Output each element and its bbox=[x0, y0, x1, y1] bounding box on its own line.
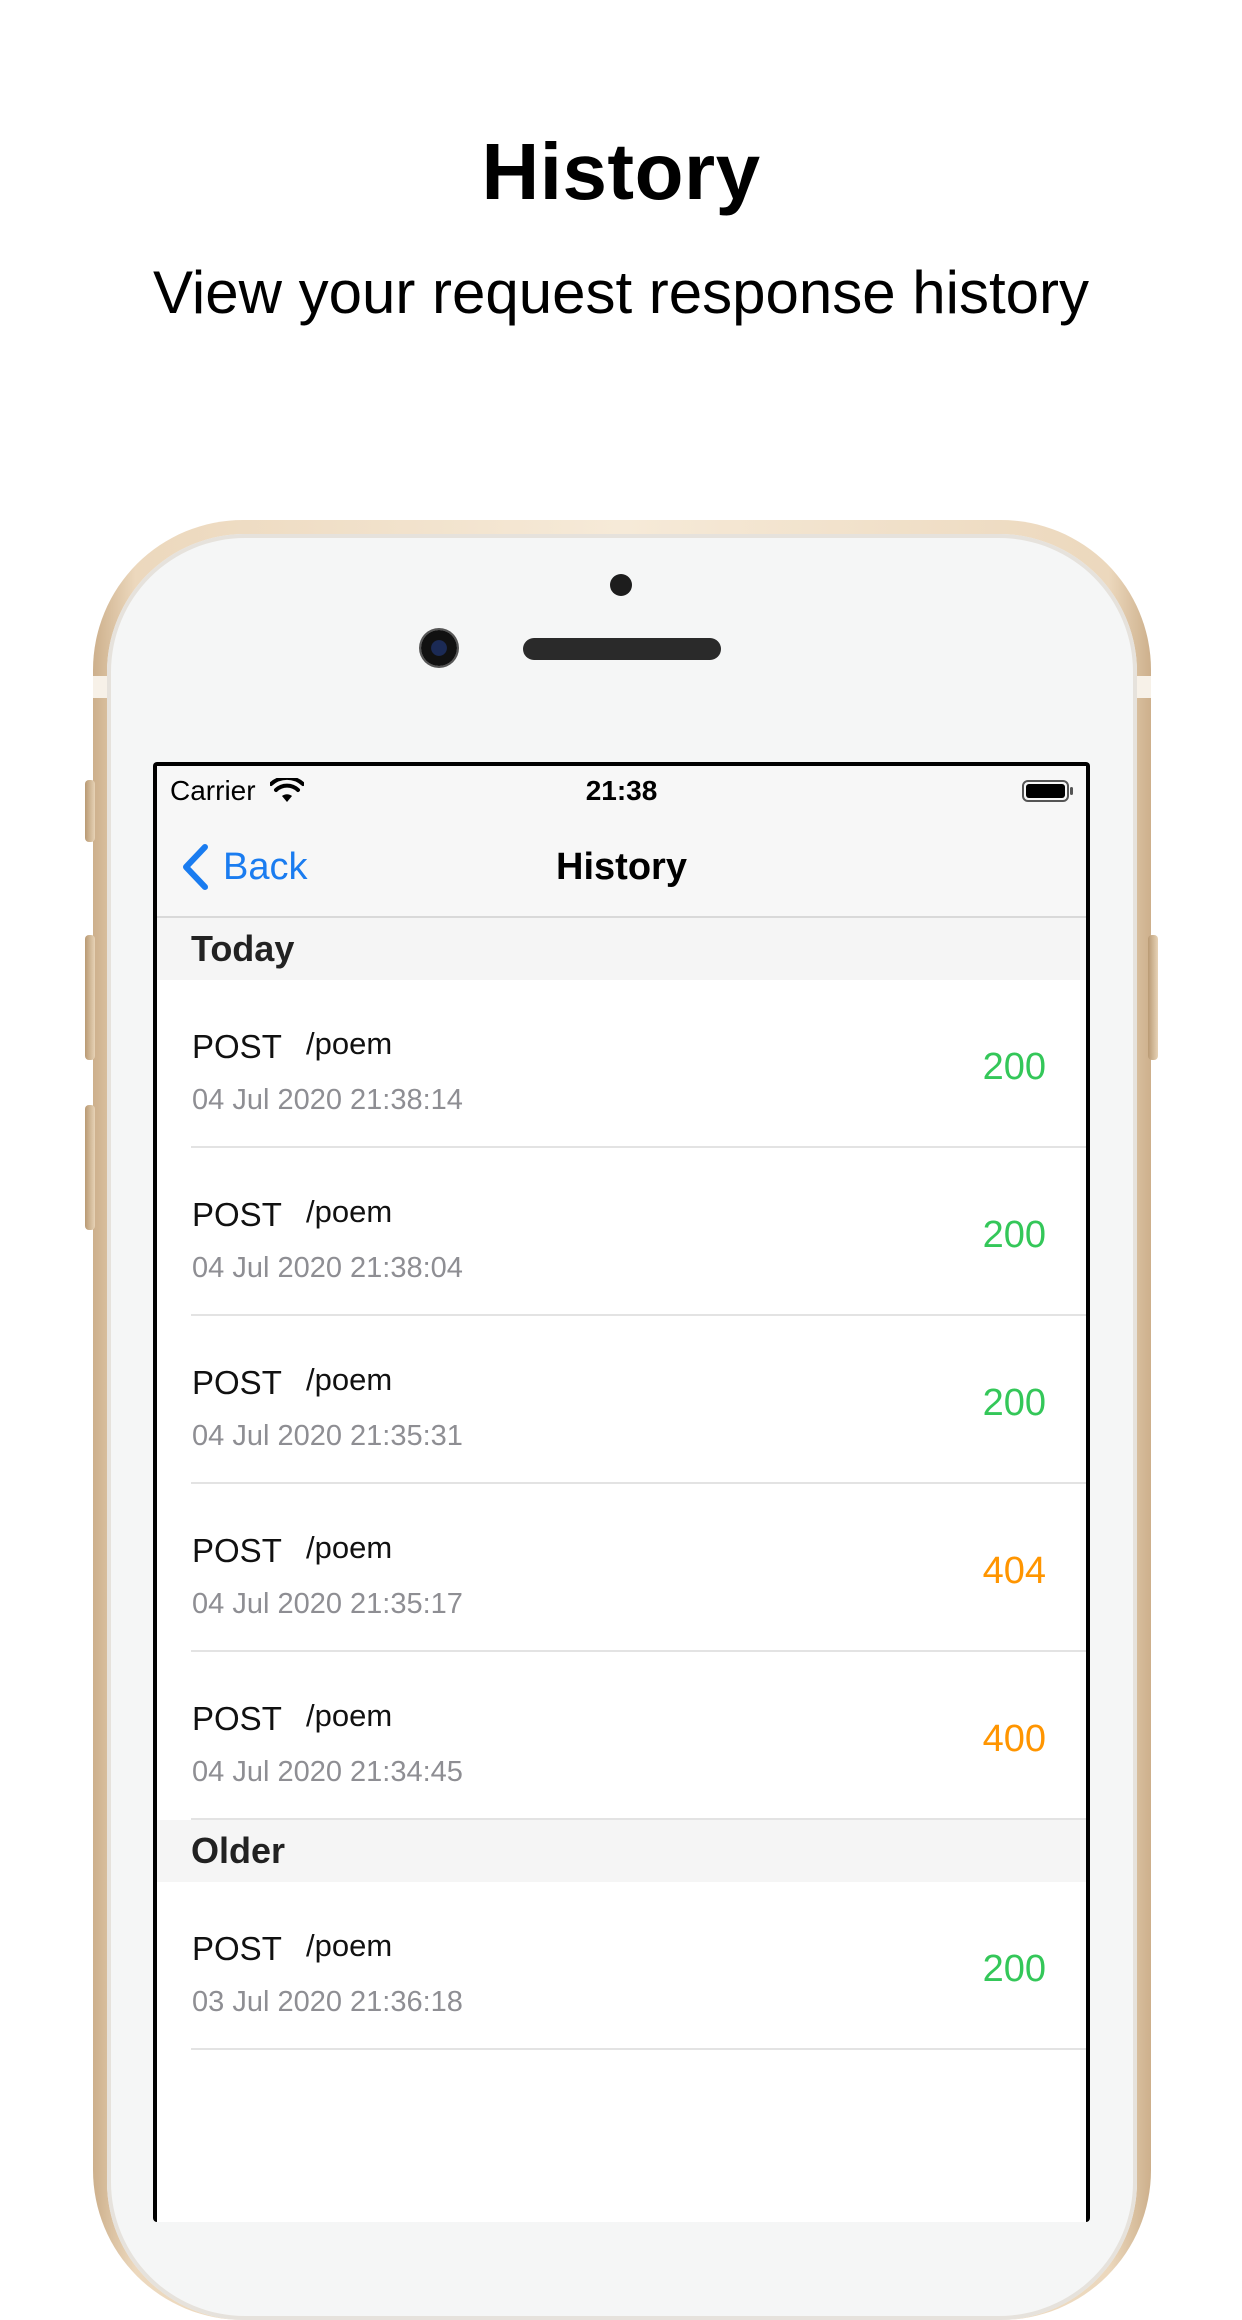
request-path: /poem bbox=[306, 1194, 393, 1229]
request-timestamp: 03 Jul 2020 21:36:18 bbox=[192, 1986, 463, 2018]
request-timestamp: 04 Jul 2020 21:38:04 bbox=[192, 1252, 463, 1284]
navigation-bar: Back History bbox=[157, 816, 1086, 918]
status-code: 400 bbox=[982, 1718, 1046, 1760]
status-time: 21:38 bbox=[585, 775, 658, 806]
history-list: Today POST /poem 04 Jul 2020 21:38:14 20… bbox=[157, 918, 1086, 2050]
request-timestamp: 04 Jul 2020 21:38:14 bbox=[192, 1084, 463, 1116]
history-row[interactable]: POST /poem 04 Jul 2020 21:35:31 200 bbox=[157, 1316, 1086, 1484]
mute-switch bbox=[85, 780, 95, 842]
status-code: 404 bbox=[982, 1550, 1046, 1592]
volume-down-button bbox=[85, 1105, 95, 1230]
power-button bbox=[1148, 935, 1158, 1060]
section-header-older: Older bbox=[157, 1820, 1086, 1882]
volume-up-button bbox=[85, 935, 95, 1060]
history-row[interactable]: POST /poem 04 Jul 2020 21:35:17 404 bbox=[157, 1484, 1086, 1652]
history-row[interactable]: POST /poem 03 Jul 2020 21:36:18 200 bbox=[157, 1882, 1086, 2050]
app-screen: Carrier 21:38 Back History Today POST /p… bbox=[157, 766, 1086, 2222]
request-path: /poem bbox=[306, 1698, 393, 1733]
request-path: /poem bbox=[306, 1530, 393, 1565]
battery-icon bbox=[1022, 780, 1073, 802]
request-timestamp: 04 Jul 2020 21:34:45 bbox=[192, 1756, 463, 1788]
history-row[interactable]: POST /poem 04 Jul 2020 21:38:04 200 bbox=[157, 1148, 1086, 1316]
request-method: POST bbox=[192, 1930, 282, 1967]
nav-title: History bbox=[556, 846, 687, 888]
request-method: POST bbox=[192, 1196, 282, 1233]
history-row[interactable]: POST /poem 04 Jul 2020 21:34:45 400 bbox=[157, 1652, 1086, 1820]
request-path: /poem bbox=[306, 1026, 393, 1061]
earpiece-speaker bbox=[523, 638, 721, 660]
front-camera bbox=[421, 630, 457, 666]
request-method: POST bbox=[192, 1532, 282, 1569]
section-header-today: Today bbox=[157, 918, 1086, 980]
request-method: POST bbox=[192, 1028, 282, 1065]
request-path: /poem bbox=[306, 1362, 393, 1397]
status-code: 200 bbox=[982, 1948, 1046, 1990]
request-path: /poem bbox=[306, 1928, 393, 1963]
antenna-band bbox=[93, 676, 107, 698]
status-code: 200 bbox=[982, 1046, 1046, 1088]
promo-title: History bbox=[481, 127, 761, 216]
status-code: 200 bbox=[982, 1382, 1046, 1424]
request-timestamp: 04 Jul 2020 21:35:17 bbox=[192, 1588, 463, 1620]
phone-screen: Carrier 21:38 Back History Today POST /p… bbox=[153, 762, 1090, 2222]
section-title: Older bbox=[191, 1830, 286, 1871]
section-title: Today bbox=[191, 928, 295, 969]
antenna-band bbox=[1137, 676, 1151, 698]
request-timestamp: 04 Jul 2020 21:35:31 bbox=[192, 1420, 463, 1452]
status-code: 200 bbox=[982, 1214, 1046, 1256]
status-bar: Carrier 21:38 bbox=[157, 766, 1086, 816]
history-row[interactable]: POST /poem 04 Jul 2020 21:38:14 200 bbox=[157, 980, 1086, 1148]
proximity-sensor bbox=[610, 574, 632, 596]
request-method: POST bbox=[192, 1364, 282, 1401]
request-method: POST bbox=[192, 1700, 282, 1737]
promo-subtitle: View your request response history bbox=[152, 259, 1090, 326]
